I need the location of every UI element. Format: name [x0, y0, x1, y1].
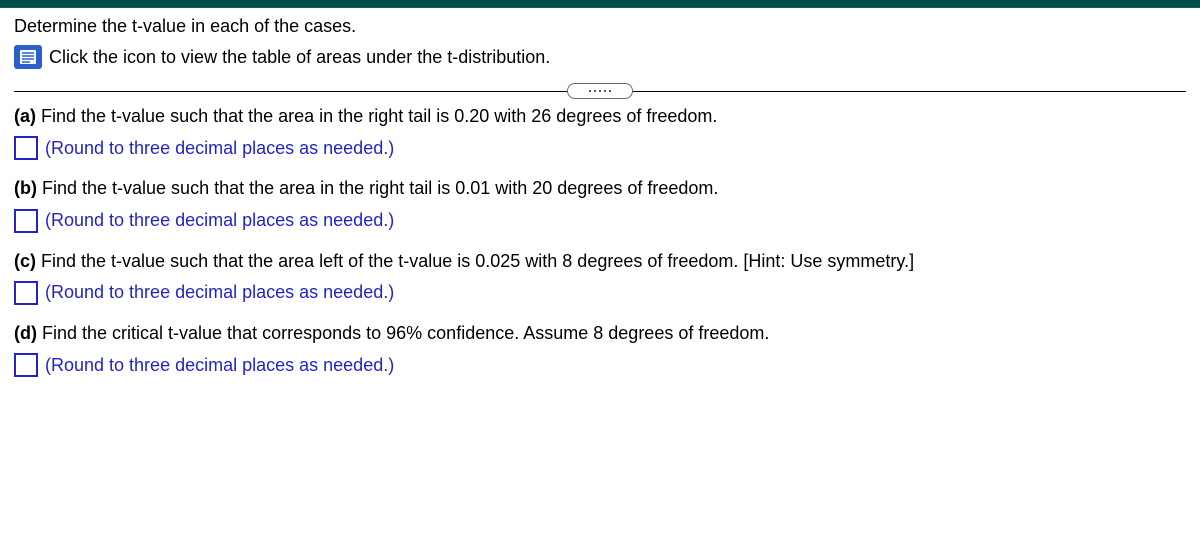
answer-row-d: (Round to three decimal places as needed… [14, 353, 1186, 377]
hint-d: (Round to three decimal places as needed… [45, 355, 394, 376]
answer-row-c: (Round to three decimal places as needed… [14, 281, 1186, 305]
question-b: (b) Find the t-value such that the area … [14, 176, 1186, 232]
question-d-body: Find the critical t-value that correspon… [37, 323, 769, 343]
question-c-body: Find the t-value such that the area left… [36, 251, 914, 271]
question-b-body: Find the t-value such that the area in t… [37, 178, 718, 198]
section-divider [14, 91, 1186, 92]
question-a-text: (a) Find the t-value such that the area … [14, 104, 1186, 128]
question-c: (c) Find the t-value such that the area … [14, 249, 1186, 305]
table-icon-row: Click the icon to view the table of area… [14, 45, 1186, 69]
answer-input-d[interactable] [14, 353, 38, 377]
answer-input-c[interactable] [14, 281, 38, 305]
document-icon [18, 49, 38, 65]
answer-input-b[interactable] [14, 209, 38, 233]
hint-a: (Round to three decimal places as needed… [45, 138, 394, 159]
hint-c: (Round to three decimal places as needed… [45, 282, 394, 303]
question-a-label: (a) [14, 106, 36, 126]
question-c-label: (c) [14, 251, 36, 271]
hint-b: (Round to three decimal places as needed… [45, 210, 394, 231]
divider-expand-handle[interactable] [567, 83, 633, 99]
answer-row-b: (Round to three decimal places as needed… [14, 209, 1186, 233]
question-c-text: (c) Find the t-value such that the area … [14, 249, 1186, 273]
content-area: Determine the t-value in each of the cas… [0, 8, 1200, 377]
dots-icon [589, 90, 611, 92]
question-b-text: (b) Find the t-value such that the area … [14, 176, 1186, 200]
table-icon[interactable] [14, 45, 42, 69]
question-b-label: (b) [14, 178, 37, 198]
top-accent-bar [0, 0, 1200, 8]
answer-input-a[interactable] [14, 136, 38, 160]
question-a-body: Find the t-value such that the area in t… [36, 106, 717, 126]
main-instruction: Determine the t-value in each of the cas… [14, 16, 1186, 37]
question-d-label: (d) [14, 323, 37, 343]
header-section: Determine the t-value in each of the cas… [14, 16, 1186, 79]
question-d: (d) Find the critical t-value that corre… [14, 321, 1186, 377]
question-a: (a) Find the t-value such that the area … [14, 104, 1186, 160]
question-d-text: (d) Find the critical t-value that corre… [14, 321, 1186, 345]
answer-row-a: (Round to three decimal places as needed… [14, 136, 1186, 160]
icon-instruction-text: Click the icon to view the table of area… [49, 47, 550, 68]
